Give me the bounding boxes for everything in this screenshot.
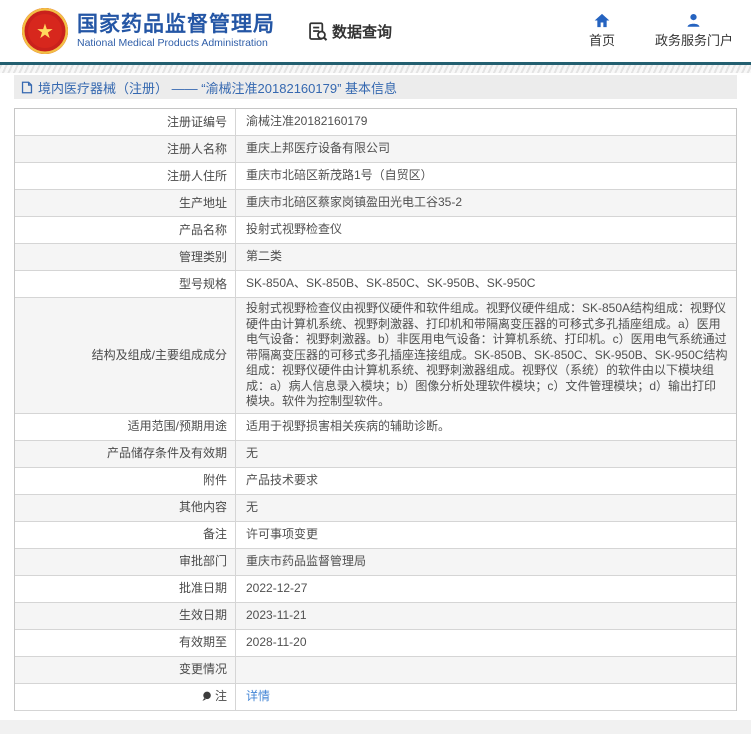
table-row: 生产地址重庆市北碚区蔡家岗镇盈田光电工谷35-2	[15, 190, 736, 217]
table-row: 注详情	[15, 684, 736, 711]
data-query-button[interactable]: 数据查询	[307, 21, 392, 42]
footer-strip	[0, 720, 751, 734]
data-query-label: 数据查询	[332, 21, 392, 42]
row-label: 附件	[15, 468, 236, 494]
row-value: 详情	[236, 684, 736, 710]
row-value: 2022-12-27	[236, 576, 736, 602]
home-icon	[594, 13, 610, 28]
row-value: 重庆市北碚区蔡家岗镇盈田光电工谷35-2	[236, 190, 736, 216]
row-label: 结构及组成/主要组成成分	[15, 298, 236, 413]
site-title: 国家药品监督管理局	[77, 13, 275, 37]
row-value: 投射式视野检查仪由视野仪硬件和软件组成。视野仪硬件组成：SK-850A结构组成：…	[236, 298, 736, 413]
table-row: 注册人住所重庆市北碚区新茂路1号（自贸区）	[15, 163, 736, 190]
detail-link[interactable]: 详情	[246, 689, 270, 705]
row-label: 注	[15, 684, 236, 710]
row-value: 2023-11-21	[236, 603, 736, 629]
table-row: 适用范围/预期用途适用于视野损害相关疾病的辅助诊断。	[15, 414, 736, 441]
row-label: 审批部门	[15, 549, 236, 575]
site-subtitle: National Medical Products Administration	[77, 37, 275, 50]
row-label: 变更情况	[15, 657, 236, 683]
hatch-band	[0, 65, 751, 73]
row-value: 重庆市药品监督管理局	[236, 549, 736, 575]
document-icon	[21, 81, 33, 94]
table-row: 注册证编号渝械注准20182160179	[15, 109, 736, 136]
row-label: 其他内容	[15, 495, 236, 521]
breadcrumb-text: 境内医疗器械（注册） —— “渝械注准20182160179” 基本信息	[38, 78, 397, 97]
table-row: 产品储存条件及有效期无	[15, 441, 736, 468]
nmpa-logo: ★ 国家药品监督管理局 National Medical Products Ad…	[22, 8, 275, 54]
main-content: 境内医疗器械（注册） —— “渝械注准20182160179” 基本信息 注册证…	[0, 75, 751, 711]
row-label: 生效日期	[15, 603, 236, 629]
table-row: 审批部门重庆市药品监督管理局	[15, 549, 736, 576]
row-value	[236, 657, 736, 683]
nav-home[interactable]: 首页	[585, 13, 619, 49]
data-query-icon	[307, 21, 328, 42]
row-label: 管理类别	[15, 244, 236, 270]
row-value: 重庆上邦医疗设备有限公司	[236, 136, 736, 162]
breadcrumb: 境内医疗器械（注册） —— “渝械注准20182160179” 基本信息	[14, 75, 737, 99]
national-emblem-icon: ★	[22, 8, 68, 54]
row-label: 批准日期	[15, 576, 236, 602]
row-label: 产品名称	[15, 217, 236, 243]
table-row: 批准日期2022-12-27	[15, 576, 736, 603]
table-row: 备注许可事项变更	[15, 522, 736, 549]
row-value: 第二类	[236, 244, 736, 270]
row-label: 适用范围/预期用途	[15, 414, 236, 440]
row-value: 许可事项变更	[236, 522, 736, 548]
row-value: 无	[236, 441, 736, 467]
table-row: 管理类别第二类	[15, 244, 736, 271]
row-label: 备注	[15, 522, 236, 548]
table-row: 注册人名称重庆上邦医疗设备有限公司	[15, 136, 736, 163]
table-row: 生效日期2023-11-21	[15, 603, 736, 630]
logo-text: 国家药品监督管理局 National Medical Products Admi…	[77, 13, 275, 50]
site-header: ★ 国家药品监督管理局 National Medical Products Ad…	[0, 0, 751, 62]
row-value: 投射式视野检查仪	[236, 217, 736, 243]
row-value: 重庆市北碚区新茂路1号（自贸区）	[236, 163, 736, 189]
nav-gov-portal[interactable]: 政务服务门户	[655, 13, 733, 49]
table-row: 结构及组成/主要组成成分投射式视野检查仪由视野仪硬件和软件组成。视野仪硬件组成：…	[15, 298, 736, 414]
table-row: 型号规格SK-850A、SK-850B、SK-850C、SK-950B、SK-9…	[15, 271, 736, 298]
row-label: 生产地址	[15, 190, 236, 216]
row-value: 渝械注准20182160179	[236, 109, 736, 135]
row-label: 产品储存条件及有效期	[15, 441, 236, 467]
row-value: 2028-11-20	[236, 630, 736, 656]
row-value: 产品技术要求	[236, 468, 736, 494]
table-row: 其他内容无	[15, 495, 736, 522]
row-label: 型号规格	[15, 271, 236, 297]
row-label: 注册人名称	[15, 136, 236, 162]
user-icon	[686, 13, 701, 28]
row-label: 注册证编号	[15, 109, 236, 135]
page: ★ 国家药品监督管理局 National Medical Products Ad…	[0, 0, 751, 734]
note-icon	[201, 691, 212, 702]
row-value: 无	[236, 495, 736, 521]
row-value: 适用于视野损害相关疾病的辅助诊断。	[236, 414, 736, 440]
nav-home-label: 首页	[589, 30, 615, 49]
nav-gov-portal-label: 政务服务门户	[655, 30, 733, 49]
table-row: 变更情况	[15, 657, 736, 684]
table-row: 产品名称投射式视野检查仪	[15, 217, 736, 244]
header-nav: 首页 政务服务门户	[585, 13, 751, 49]
row-label: 注册人住所	[15, 163, 236, 189]
registration-info-table: 注册证编号渝械注准20182160179注册人名称重庆上邦医疗设备有限公司注册人…	[14, 108, 737, 711]
row-value: SK-850A、SK-850B、SK-850C、SK-950B、SK-950C	[236, 271, 736, 297]
table-row: 有效期至2028-11-20	[15, 630, 736, 657]
row-label: 有效期至	[15, 630, 236, 656]
table-row: 附件产品技术要求	[15, 468, 736, 495]
